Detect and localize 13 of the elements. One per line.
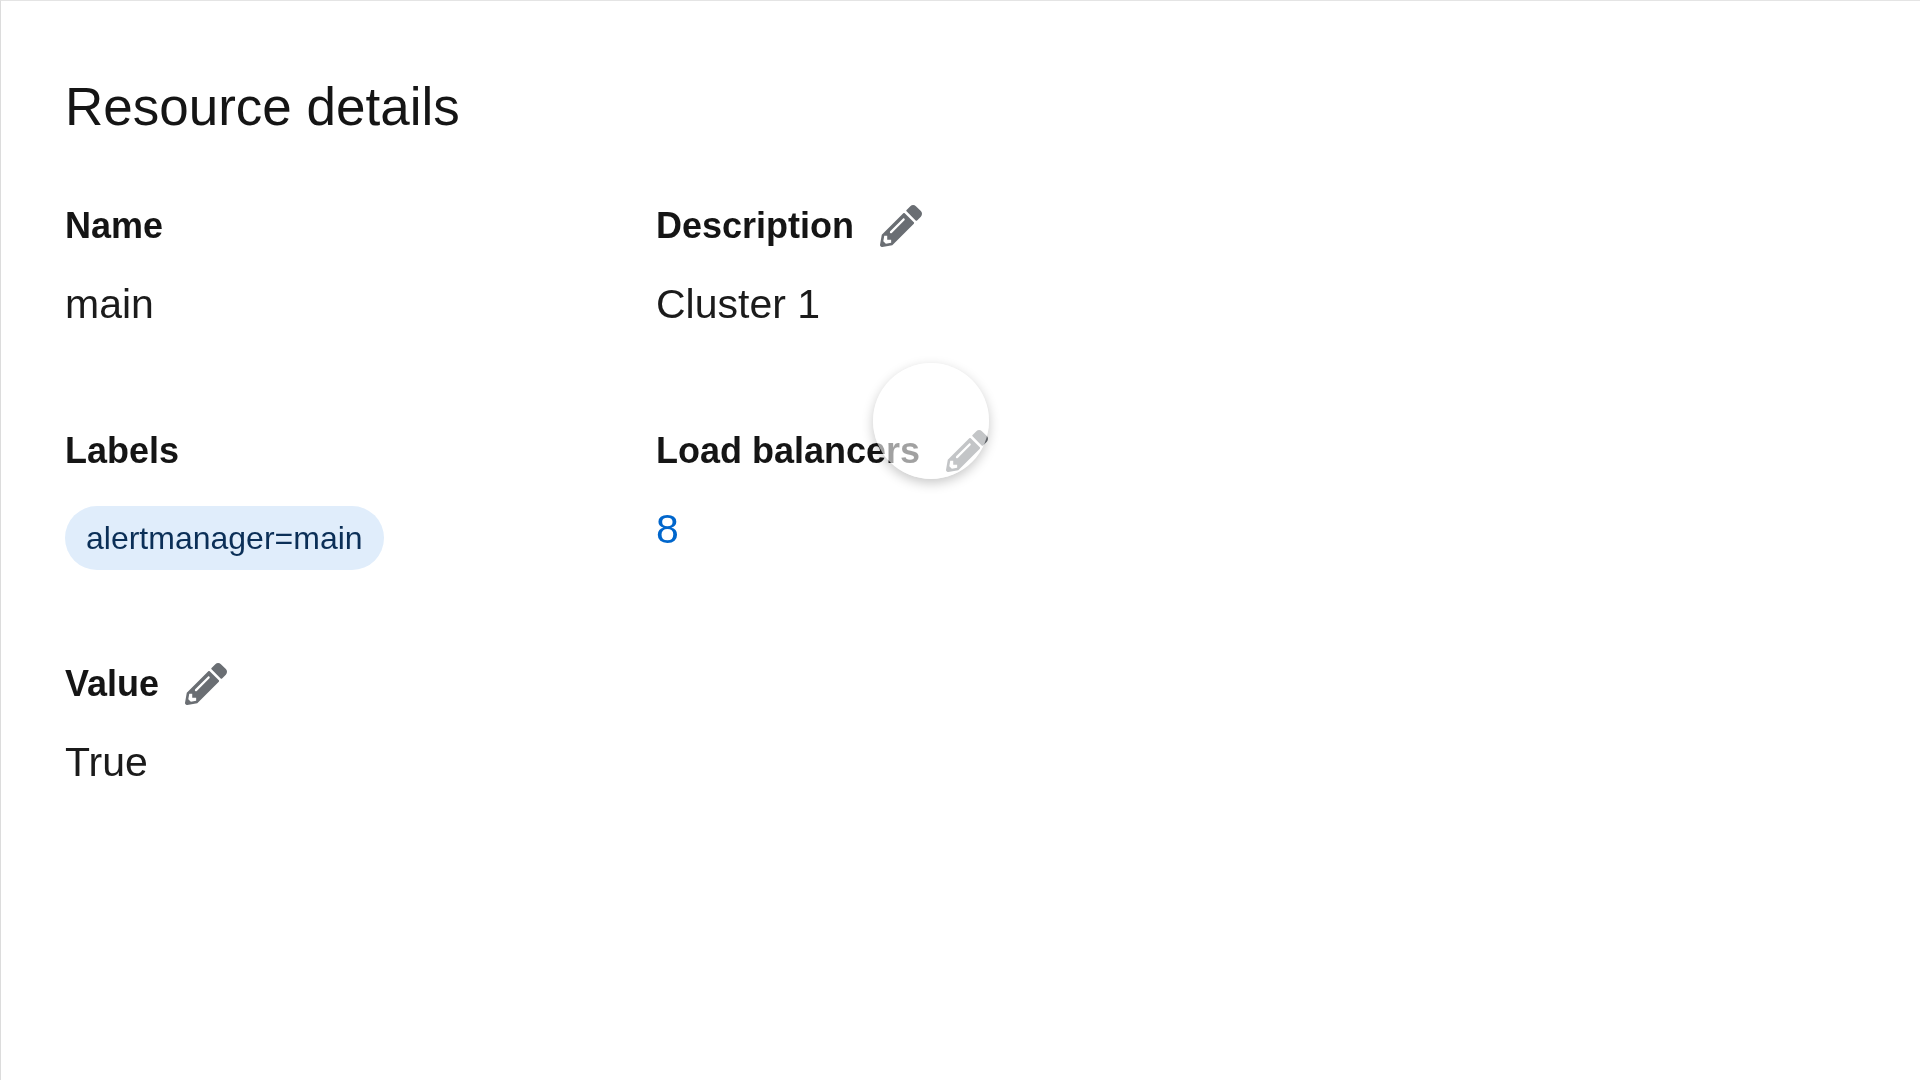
field-value: Cluster 1	[656, 280, 821, 329]
page-title: Resource details	[65, 76, 460, 138]
field-label: Load balancers	[656, 429, 921, 473]
field-value: main	[65, 280, 154, 329]
label-chip: alertmanager=main	[65, 506, 384, 570]
pencil-icon[interactable]	[185, 663, 228, 705]
field-label: Description	[656, 204, 855, 248]
field-label: Value	[65, 662, 160, 706]
field-label: Labels	[65, 429, 180, 473]
field-value: True	[65, 738, 148, 787]
count-link[interactable]: 8	[656, 504, 679, 554]
field-label: Name	[65, 204, 164, 248]
pencil-icon[interactable]	[880, 205, 923, 247]
